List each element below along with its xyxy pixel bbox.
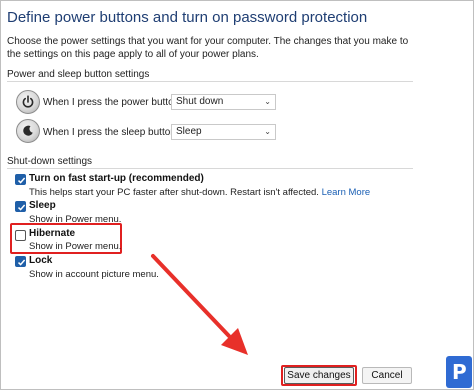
annotation-arrow	[151, 254, 248, 355]
cancel-button[interactable]: Cancel	[362, 367, 412, 384]
dialog-frame: Define power buttons and turn on passwor…	[0, 0, 474, 390]
save-button[interactable]: Save changes	[284, 367, 354, 384]
brand-logo-icon: P	[446, 356, 472, 388]
